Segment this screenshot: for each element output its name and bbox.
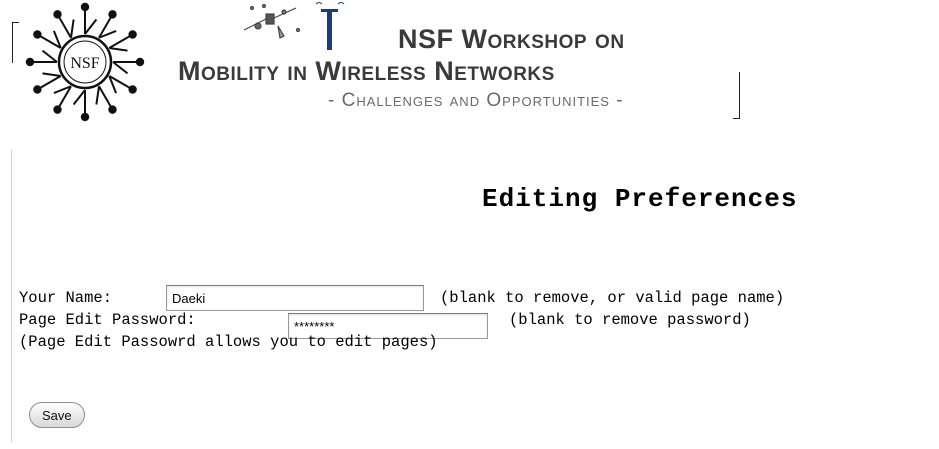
banner-title-line3: - Challenges and Opportunities - bbox=[328, 90, 624, 111]
password-note: (Page Edit Passowrd allows you to edit p… bbox=[19, 333, 438, 351]
nsf-logo-ray bbox=[58, 16, 72, 39]
nsf-logo-figure-head bbox=[80, 2, 90, 12]
nsf-logo-figure-head bbox=[25, 57, 35, 67]
nsf-logo-ray bbox=[39, 75, 62, 89]
name-input[interactable] bbox=[166, 285, 424, 311]
name-hint: (blank to remove, or valid page name) bbox=[440, 289, 785, 307]
content-left-border bbox=[11, 150, 12, 442]
satellite-icon bbox=[243, 3, 301, 39]
nsf-logo-ray bbox=[108, 35, 131, 49]
nsf-logo-figure-head bbox=[53, 10, 62, 19]
banner-left-bracket bbox=[12, 22, 19, 63]
banner-right-bracket bbox=[733, 72, 740, 119]
password-label: Page Edit Password: bbox=[19, 311, 196, 329]
nsf-logo-figure-arm bbox=[112, 61, 129, 75]
banner-title-line2: Mobility in Wireless Networks bbox=[178, 56, 555, 86]
nsf-logo-figure-arm bbox=[70, 19, 75, 38]
nsf-logo-figure-arm bbox=[42, 72, 61, 77]
nsf-logo-figure-head bbox=[33, 30, 42, 39]
password-hint: (blank to remove password) bbox=[509, 311, 751, 329]
nsf-logo-figure-head bbox=[128, 85, 137, 94]
nsf-logo-figure-arm bbox=[95, 86, 100, 105]
nsf-logo-figure-arm bbox=[41, 49, 58, 63]
name-label: Your Name: bbox=[19, 289, 113, 307]
site-banner: NSF NSF Workshop on Mobility in Wireless… bbox=[0, 0, 939, 128]
nsf-logo-figure-arm bbox=[84, 18, 98, 35]
nsf-logo-figure-arm bbox=[72, 89, 86, 106]
nsf-logo-figure-arm bbox=[109, 47, 128, 52]
nsf-logo-figure-head bbox=[108, 105, 117, 114]
nsf-logo-figure-head bbox=[135, 57, 145, 67]
antenna-tower-icon bbox=[315, 2, 345, 50]
nsf-logo-ray bbox=[98, 85, 112, 108]
page-title: Editing Preferences bbox=[482, 184, 798, 214]
banner-title-line1: NSF Workshop on bbox=[398, 24, 625, 54]
nsf-logo-figure-head bbox=[33, 85, 42, 94]
nsf-logo-figure-head bbox=[80, 112, 90, 122]
save-button[interactable]: Save bbox=[29, 402, 85, 428]
nsf-logo-figure-head bbox=[128, 30, 137, 39]
nsf-logo-figure-head bbox=[53, 105, 62, 114]
nsf-logo-figure-head bbox=[108, 10, 117, 19]
nsf-logo-text: NSF bbox=[70, 55, 99, 72]
nsf-logo: NSF bbox=[25, 2, 145, 122]
